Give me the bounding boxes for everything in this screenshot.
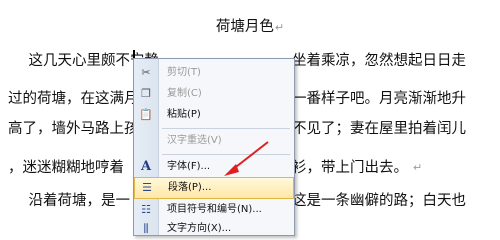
red-arrow-annotation xyxy=(224,141,269,176)
arrow-shaft xyxy=(231,141,269,171)
